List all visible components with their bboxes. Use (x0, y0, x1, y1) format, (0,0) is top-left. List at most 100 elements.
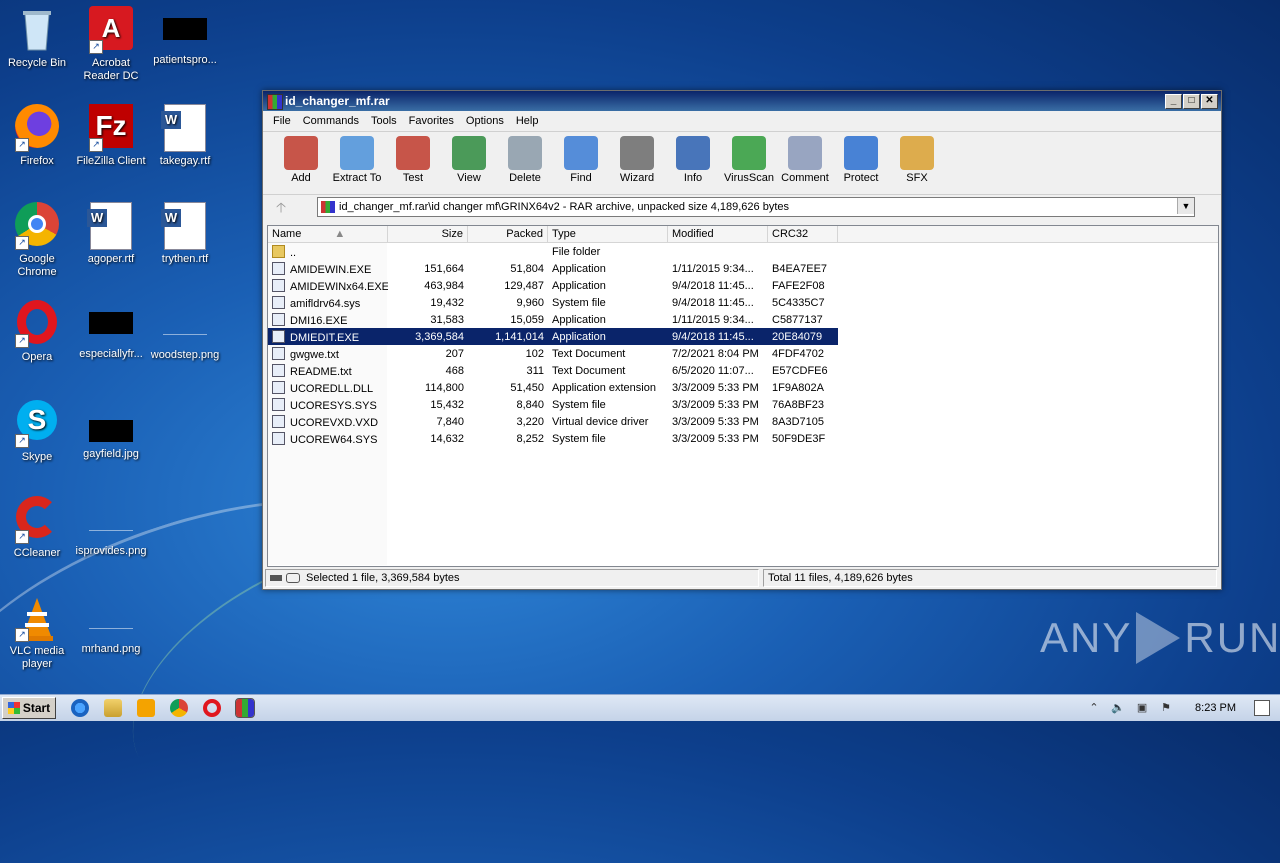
toolbar-button-info[interactable]: Info (665, 132, 721, 184)
cell-modified: 3/3/2009 5:33 PM (672, 381, 759, 394)
minimize-button[interactable]: _ (1165, 94, 1182, 109)
path-combobox[interactable]: id_changer_mf.rar\id changer mf\GRINX64v… (317, 197, 1195, 217)
toolbar-button-protect[interactable]: Protect (833, 132, 889, 184)
table-row[interactable]: UCOREVXD.VXD 7,840 3,220 Virtual device dri… (268, 413, 1218, 430)
table-row[interactable]: UCOREDLL.DLL 114,800 51,450 Application ext… (268, 379, 1218, 396)
cell-modified: 3/3/2009 5:33 PM (672, 415, 759, 428)
toolbar-button-delete[interactable]: Delete (497, 132, 553, 184)
desktop-icon-patientspro[interactable]: patientspro... (148, 6, 222, 67)
menu-tools[interactable]: Tools (365, 115, 403, 127)
toolbar-button-virusscan[interactable]: VirusScan (721, 132, 777, 184)
chevron-up-icon[interactable]: ⌃ (1087, 701, 1101, 715)
cell-size: 114,800 (425, 381, 464, 394)
ie-icon[interactable] (71, 699, 89, 717)
desktop-icon-woodstep[interactable]: woodstep.png (148, 300, 222, 362)
desktop-icon-gayfield[interactable]: gayfield.jpg (74, 398, 148, 461)
cell-name: AMIDEWIN.EXE (268, 261, 388, 276)
menu-favorites[interactable]: Favorites (403, 115, 460, 127)
winrar-taskbar-icon[interactable] (235, 698, 255, 718)
clock[interactable]: 8:23 PM (1195, 702, 1236, 714)
cell-type: Text Document (552, 364, 626, 377)
toolbar-button-comment[interactable]: Comment (777, 132, 833, 184)
desktop-icon-vlc[interactable]: ↗ VLC media player (0, 594, 74, 671)
desktop-icon-acrobat[interactable]: A ↗ Acrobat Reader DC (74, 6, 148, 83)
cell-packed: 102 (525, 347, 544, 360)
explorer-folder-icon[interactable] (104, 699, 122, 717)
desktop-icon-label: especiallyfr... (79, 348, 143, 360)
toolbar-button-view[interactable]: View (441, 132, 497, 184)
network-icon[interactable]: ▣ (1135, 701, 1149, 715)
column-header-size[interactable]: Size (388, 226, 468, 242)
table-row[interactable]: UCOREW64.SYS 14,632 8,252 System file 3/3/20… (268, 430, 1218, 447)
toolbar-button-test[interactable]: Test (385, 132, 441, 184)
desktop-icon-isprovides[interactable]: isprovides.png (74, 496, 148, 558)
file-name: UCOREVXD.VXD (290, 416, 379, 429)
table-row[interactable]: gwgwe.txt 207 102 Text Document 7/2/2021 8:0… (268, 345, 1218, 362)
table-row[interactable]: UCORESYS.SYS 15,432 8,840 System file 3/3/20… (268, 396, 1218, 413)
word-document-icon: W (161, 104, 209, 152)
text-file-icon (272, 346, 285, 360)
image-file-icon (163, 312, 207, 335)
table-row[interactable]: .. File folder (268, 243, 1218, 260)
maximize-button[interactable]: □ (1183, 94, 1200, 109)
menu-file[interactable]: File (267, 115, 297, 127)
cell-packed: 311 (526, 364, 544, 377)
desktop-icon-firefox[interactable]: ↗ Firefox (0, 104, 74, 168)
file-list[interactable]: Name ▲ Size Packed Type Modified CRC32 .… (267, 225, 1219, 567)
cell-type: Application (552, 313, 606, 326)
table-row[interactable]: DMIEDIT.EXE 3,369,584 1,141,014 Application… (268, 328, 838, 345)
column-header-type[interactable]: Type (548, 226, 668, 242)
desktop-icon-skype[interactable]: S ↗ Skype (0, 398, 74, 464)
table-row[interactable]: AMIDEWIN.EXE 151,664 51,804 Application 1/11… (268, 260, 1218, 277)
cell-crc: B4EA7EE7 (772, 262, 828, 275)
desktop-icon-chrome[interactable]: ↗ Google Chrome (0, 202, 74, 279)
cell-crc: FAFE2F08 (772, 279, 825, 292)
desktop-icon-trythen[interactable]: W trythen.rtf (148, 202, 222, 266)
file-name: gwgwe.txt (290, 348, 339, 361)
toolbar-label: SFX (906, 172, 928, 184)
desktop-icon-recycle-bin[interactable]: Recycle Bin (0, 6, 74, 70)
media-player-icon[interactable] (137, 699, 155, 717)
table-row[interactable]: amifldrv64.sys 19,432 9,960 System file 9/4/… (268, 294, 1218, 311)
table-row[interactable]: DMI16.EXE 31,583 15,059 Application 1/11/201… (268, 311, 1218, 328)
cell-name: UCOREDLL.DLL (268, 380, 388, 395)
toolbar-button-sfx[interactable]: SFX (889, 132, 945, 184)
desktop-icon-takegay[interactable]: W takegay.rtf (148, 104, 222, 168)
window-titlebar[interactable]: id_changer_mf.rar _ □ ✕ (263, 91, 1221, 111)
toolbar-button-wizard[interactable]: Wizard (609, 132, 665, 184)
desktop-icon-filezilla[interactable]: Fz ↗ FileZilla Client (74, 104, 148, 168)
start-button[interactable]: Start (2, 697, 56, 719)
table-row[interactable]: AMIDEWINx64.EXE 463,984 129,487 Application… (268, 277, 1218, 294)
column-header-modified[interactable]: Modified (668, 226, 768, 242)
column-header-crc32[interactable]: CRC32 (768, 226, 838, 242)
toolbar-button-extract-to[interactable]: Extract To (329, 132, 385, 184)
recycle-bin-icon (13, 6, 61, 54)
table-row[interactable]: README.txt 468 311 Text Document 6/5/2020 11… (268, 362, 1218, 379)
cell-type: Application extension (552, 381, 656, 394)
menu-help[interactable]: Help (510, 115, 545, 127)
opera-icon[interactable] (203, 699, 221, 717)
close-button[interactable]: ✕ (1201, 94, 1218, 109)
cell-crc: 50F9DE3F (772, 432, 826, 445)
toolbar-label: Find (570, 172, 592, 184)
cell-size: 19,432 (430, 296, 464, 309)
menu-commands[interactable]: Commands (297, 115, 365, 127)
cell-name: README.txt (268, 363, 388, 378)
chevron-down-icon[interactable]: ▼ (1177, 198, 1194, 214)
desktop-icon-ccleaner[interactable]: ↗ CCleaner (0, 496, 74, 560)
menu-options[interactable]: Options (460, 115, 510, 127)
show-desktop-button[interactable] (1254, 700, 1270, 716)
column-header-packed[interactable]: Packed (468, 226, 548, 242)
desktop-icon-especiallyfr[interactable]: especiallyfr... (74, 300, 148, 361)
chrome-icon[interactable] (170, 699, 188, 717)
toolbar-button-add[interactable]: Add (273, 132, 329, 184)
column-header-name[interactable]: Name ▲ (268, 226, 388, 242)
up-arrow-icon[interactable]: 🡡 (267, 198, 295, 216)
toolbar-button-find[interactable]: Find (553, 132, 609, 184)
cell-modified: 9/4/2018 11:45... (672, 330, 754, 343)
volume-icon[interactable]: 🔈 (1111, 701, 1125, 715)
desktop-icon-opera[interactable]: ↗ Opera (0, 300, 74, 364)
action-center-flag-icon[interactable]: ⚑ (1159, 701, 1173, 715)
desktop-icon-agoper[interactable]: W agoper.rtf (74, 202, 148, 266)
desktop-icon-mrhand[interactable]: mrhand.png (74, 594, 148, 656)
